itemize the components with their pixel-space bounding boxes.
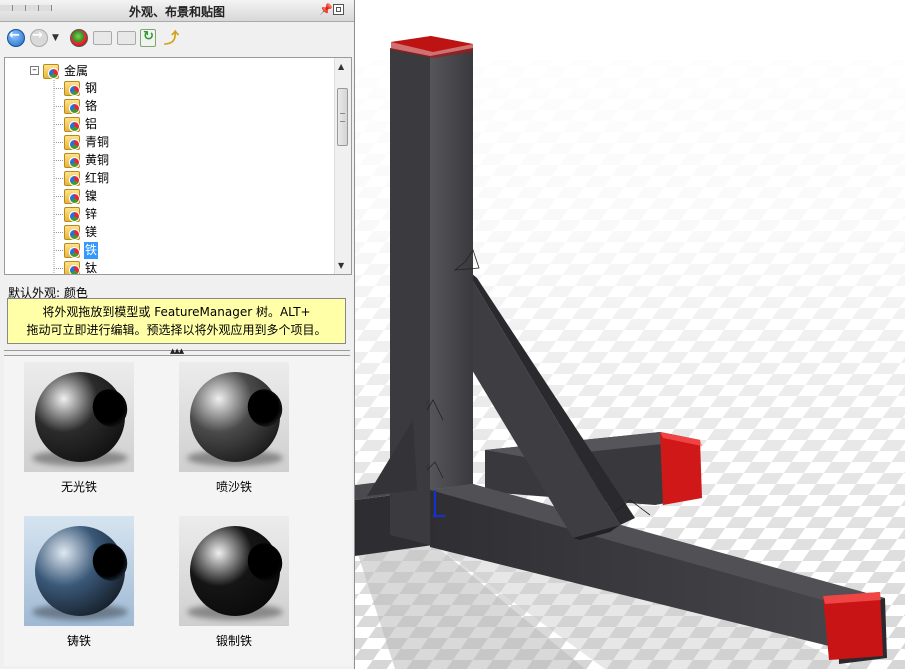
appearance-folder-icon [64, 171, 80, 186]
scroll-down-icon[interactable]: ▼ [338, 261, 344, 270]
appearance-folder-icon [64, 189, 80, 204]
swatch-sphere [35, 526, 133, 616]
appearance-tree: – 金属 钢铬铝青铜黄铜红铜镍锌镁铁钛 ▲ ▼ [4, 57, 352, 275]
tree-item-label: 钛 [85, 261, 98, 275]
appearance-folder-icon [64, 117, 80, 132]
weldment-model[interactable]: ∠ ∠ [355, 0, 905, 669]
tree-connector [54, 196, 63, 197]
up-folder-icon[interactable] [163, 27, 179, 48]
svg-text:∠: ∠ [425, 462, 431, 470]
swatch-sphere-hole [242, 538, 288, 586]
tree-connector [54, 214, 63, 215]
swatch-sphere-hole [87, 384, 133, 432]
tree-connector [54, 88, 63, 89]
history-dropdown-icon[interactable]: ▼ [52, 29, 64, 47]
tree-connector [54, 232, 63, 233]
folder-icon[interactable] [93, 31, 112, 45]
tree-connector [54, 178, 63, 179]
appearance-folder-icon [64, 225, 80, 240]
tip-line-2: 拖动可立即进行编辑。预选择以将外观应用到多个项目。 [26, 323, 327, 337]
tree-connector-lines [33, 66, 55, 274]
tip-line-1: 将外观拖放到模型或 FeatureManager 树。ALT+ [42, 305, 311, 319]
tree-item-label: 红铜 [85, 171, 110, 185]
appearance-folder-icon [64, 261, 80, 274]
tree-item-label: 镁 [85, 225, 98, 239]
tree-item-label: 钢 [85, 81, 98, 95]
tree-connector [54, 160, 63, 161]
tree-item-label: 铝 [85, 117, 98, 131]
tree-item-label: 铬 [85, 99, 98, 113]
tree-connector [54, 250, 63, 251]
appearance-folder-icon [64, 207, 80, 222]
appearance-swatch[interactable]: 锻制铁 [179, 516, 289, 648]
add-favorite-icon[interactable] [70, 29, 88, 47]
tree-item-label: 黄铜 [85, 153, 110, 167]
pane-toolbar: ▼ [0, 23, 354, 53]
appearance-folder-icon [64, 81, 80, 96]
folder-icon [43, 64, 59, 79]
swatch-label: 无光铁 [60, 480, 97, 494]
tree-connector [54, 124, 63, 125]
appearance-folder-icon [64, 243, 80, 258]
appearance-folder-icon [64, 99, 80, 114]
appearance-swatch[interactable]: 无光铁 [24, 362, 134, 494]
appearance-folder-icon [64, 153, 80, 168]
tree-connector [54, 106, 63, 107]
pin-icon[interactable]: 📌 [319, 4, 333, 16]
tree-folder-label: 金属 [64, 64, 89, 78]
swatch-sphere-hole [242, 384, 288, 432]
tree-item-label: 锌 [85, 207, 98, 221]
appearance-task-pane: 外观、布景和贴图 📌 ▼ – 金属 钢铬铝青铜黄铜红铜镍锌镁铁钛 ▲ ▼ [0, 0, 355, 669]
scroll-up-icon[interactable]: ▲ [338, 62, 344, 71]
tree-connector [54, 268, 63, 269]
swatch-label: 铸铁 [66, 634, 91, 648]
appearance-folder-icon [64, 135, 80, 150]
appearance-swatch[interactable]: 喷沙铁 [179, 362, 289, 494]
tree-item-label: 铁 [84, 242, 99, 259]
pane-title: 外观、布景和贴图 [128, 5, 225, 19]
graphics-viewport[interactable]: ∠ ∠ [355, 0, 905, 669]
tree-item-label: 青铜 [85, 135, 110, 149]
swatch-thumbnail[interactable] [24, 362, 134, 472]
tree-collapse-toggle[interactable]: – [30, 66, 39, 75]
swatch-sphere [35, 372, 133, 462]
tree-connector [54, 142, 63, 143]
swatch-label: 锻制铁 [215, 634, 252, 648]
swatch-sphere [190, 526, 288, 616]
swatch-thumbnail[interactable] [24, 516, 134, 626]
svg-text:∠: ∠ [425, 399, 431, 407]
back-icon[interactable] [7, 28, 25, 47]
refresh-icon[interactable] [140, 29, 156, 47]
swatch-thumbnail[interactable] [179, 362, 289, 472]
tree-item-label: 镍 [85, 189, 98, 203]
appearance-swatch-grid: 无光铁 喷沙铁铸铁 锻制铁 [4, 356, 352, 666]
float-pane-icon[interactable] [333, 4, 344, 15]
new-folder-icon[interactable] [117, 31, 136, 45]
swatch-label: 喷沙铁 [215, 480, 252, 494]
swatch-sphere-hole [87, 538, 133, 586]
swatch-sphere [190, 372, 288, 462]
tree-scrollbar[interactable]: ▲ ▼ [334, 58, 351, 274]
appearance-swatch[interactable]: 铸铁 [24, 516, 134, 648]
swatch-thumbnail[interactable] [179, 516, 289, 626]
usage-tip: 将外观拖放到模型或 FeatureManager 树。ALT+ 拖动可立即进行编… [7, 298, 346, 344]
splitter-grip-icon[interactable]: ▲▲▲ [170, 347, 184, 355]
pane-titlebar: 外观、布景和贴图 📌 [0, 0, 354, 22]
scroll-thumb[interactable] [337, 88, 348, 146]
forward-icon[interactable] [30, 28, 48, 47]
